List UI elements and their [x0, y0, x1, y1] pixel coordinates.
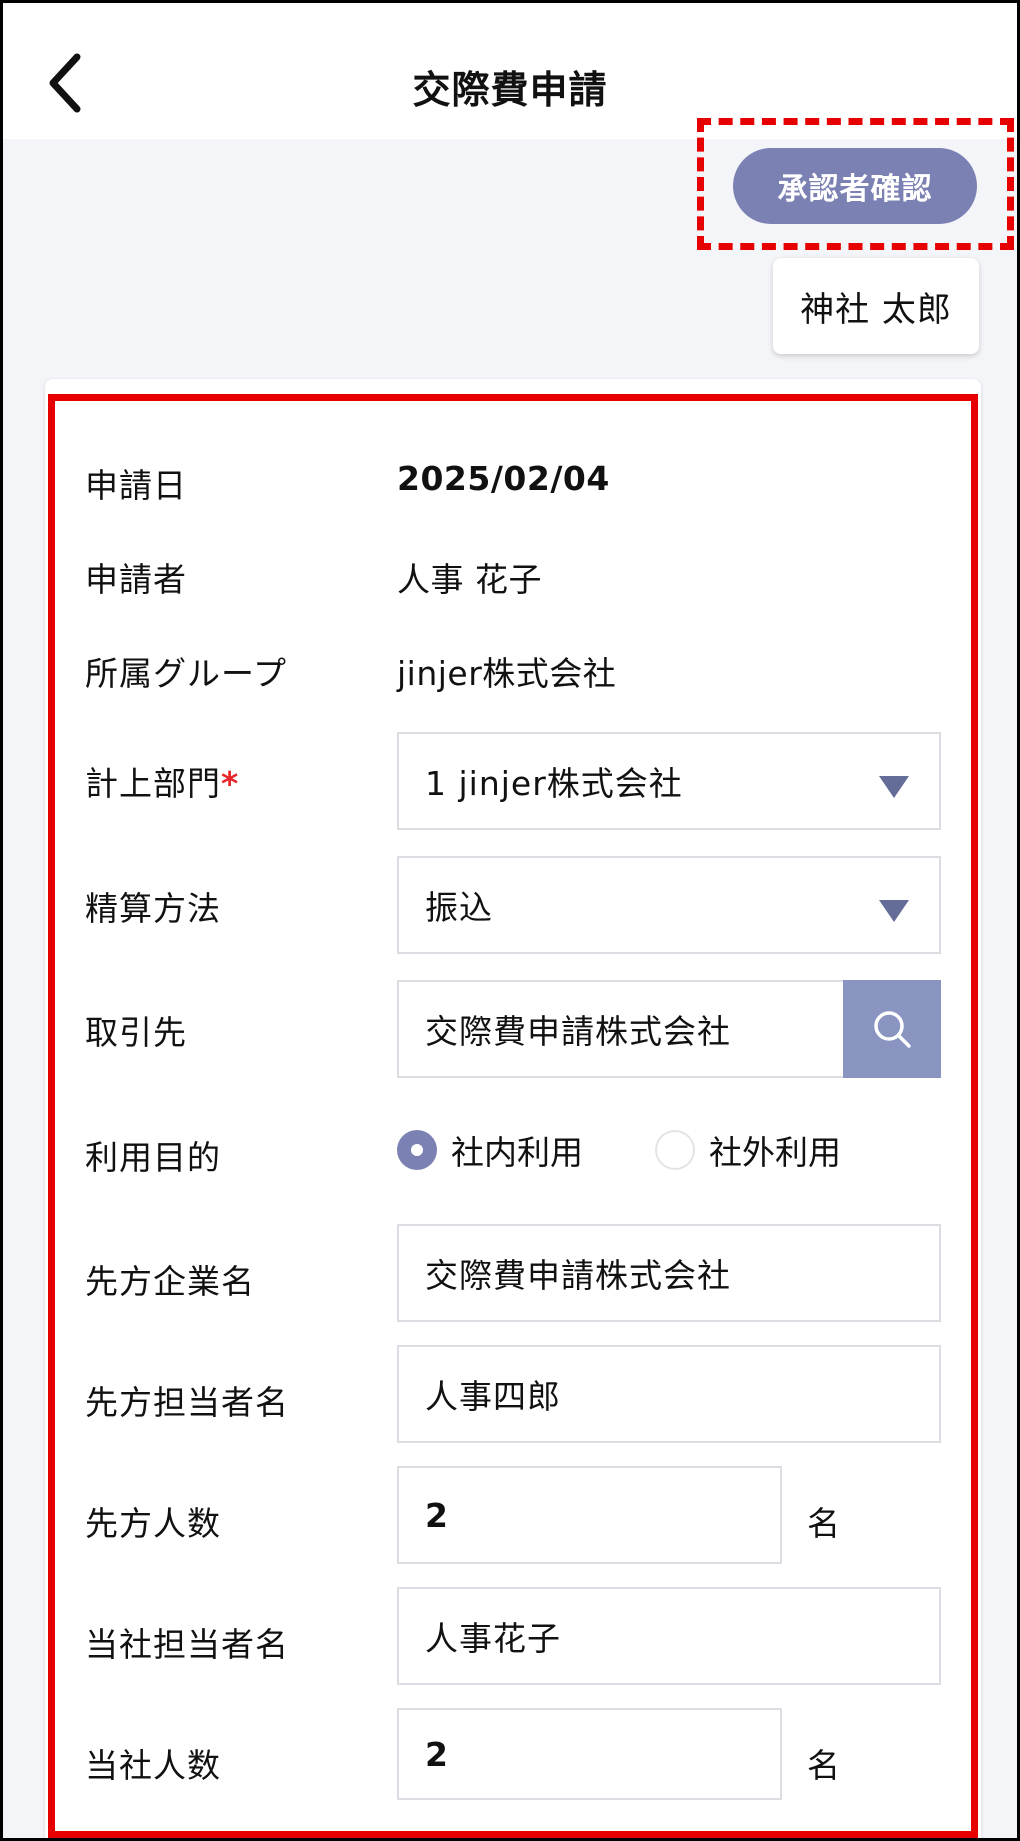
payment-select-value: 振込: [425, 888, 493, 927]
partner-company-label: 先方企業名: [85, 1262, 255, 1301]
partner-count-label: 先方人数: [85, 1504, 221, 1543]
partner-count-unit: 名: [807, 1504, 840, 1543]
dept-label: 計上部門*: [85, 757, 239, 805]
group-value: jinjer株式会社: [397, 654, 617, 693]
our-count-input[interactable]: 2: [397, 1708, 782, 1800]
dropdown-triangle-icon: [879, 776, 909, 798]
partner-person-input[interactable]: 人事四郎: [397, 1345, 941, 1443]
radio-internal-label[interactable]: 社内利用: [451, 1126, 583, 1174]
approver-name-popup: 神社 太郎: [773, 258, 979, 354]
client-label: 取引先: [85, 1013, 187, 1052]
applicant-label: 申請者: [85, 560, 187, 599]
dept-label-text: 計上部門: [85, 764, 221, 803]
radio-external-label[interactable]: 社外利用: [709, 1126, 841, 1174]
client-search-button[interactable]: [843, 980, 941, 1078]
radio-external[interactable]: [655, 1130, 695, 1170]
partner-count-input[interactable]: 2: [397, 1466, 782, 1564]
group-label: 所属グループ: [85, 654, 288, 693]
date-value: 2025/02/04: [397, 459, 610, 498]
date-label: 申請日: [85, 466, 187, 505]
radio-internal[interactable]: [397, 1130, 437, 1170]
page-title: 交際費申請: [412, 68, 608, 112]
our-count-unit: 名: [807, 1746, 840, 1785]
purpose-radio-group: 社内利用 社外利用: [397, 1128, 841, 1172]
approver-check-button[interactable]: 承認者確認: [733, 148, 977, 224]
client-input[interactable]: 交際費申請株式会社: [397, 980, 845, 1078]
our-person-input[interactable]: 人事花子: [397, 1587, 941, 1685]
applicant-value: 人事 花子: [397, 560, 542, 599]
payment-select[interactable]: 振込: [397, 856, 941, 954]
dropdown-triangle-icon: [879, 900, 909, 922]
partner-person-label: 先方担当者名: [85, 1383, 289, 1422]
dept-select-value: 1 jinjer株式会社: [425, 764, 683, 803]
our-person-label: 当社担当者名: [85, 1625, 289, 1664]
dept-select[interactable]: 1 jinjer株式会社: [397, 732, 941, 830]
partner-company-input[interactable]: 交際費申請株式会社: [397, 1224, 941, 1322]
screen-frame: 交際費申請 承認者確認 神社 太郎 申請日 2025/02/04 申請者 人事 …: [0, 0, 1020, 1841]
purpose-label: 利用目的: [85, 1138, 221, 1177]
required-mark: *: [221, 764, 240, 803]
search-icon: [874, 1011, 911, 1048]
our-count-label: 当社人数: [85, 1746, 221, 1785]
payment-label: 精算方法: [85, 889, 221, 928]
